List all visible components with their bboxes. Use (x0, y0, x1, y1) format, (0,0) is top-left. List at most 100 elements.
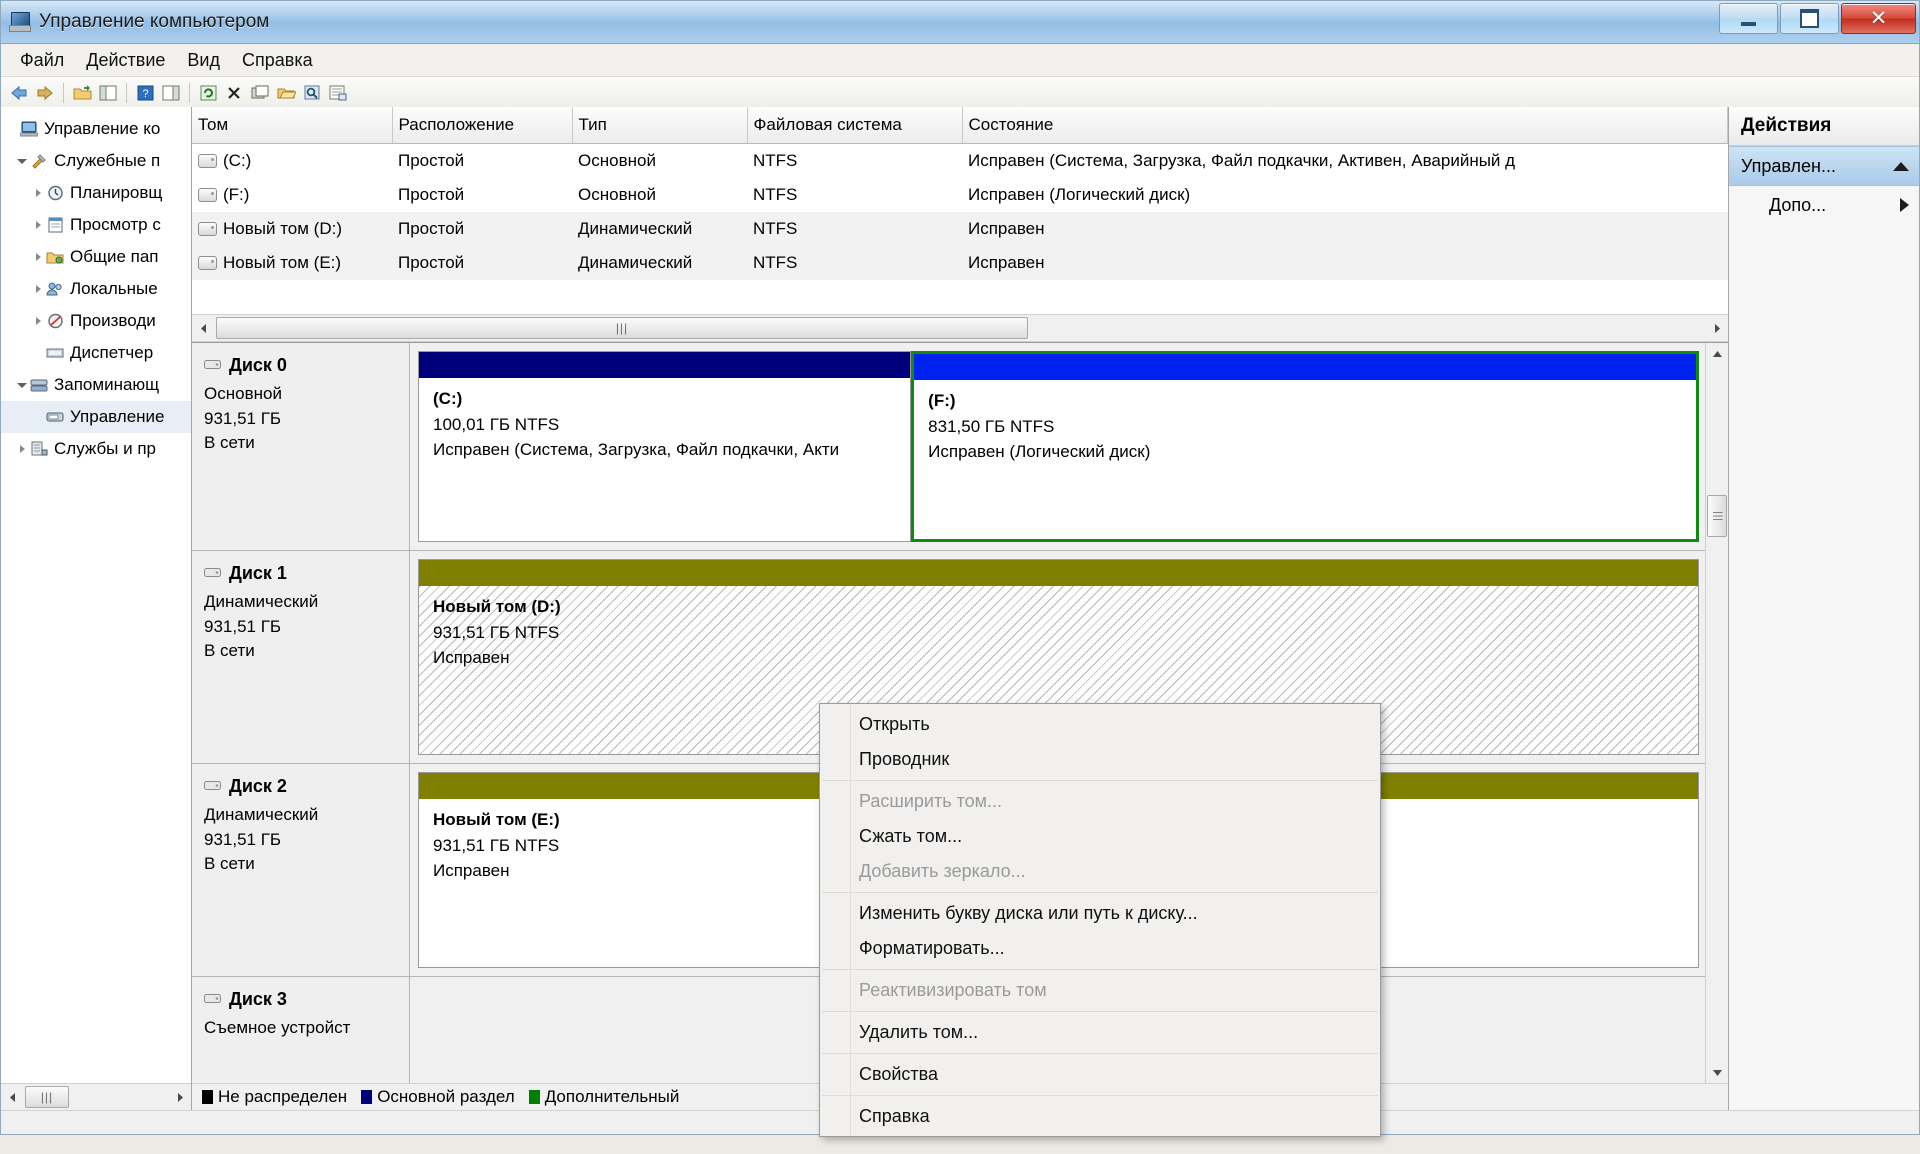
tree-expander[interactable] (31, 189, 45, 197)
disk-kind: Съемное устройст (204, 1016, 399, 1041)
context-menu-item-format[interactable]: Форматировать... (820, 931, 1380, 966)
close-button[interactable]: ✕ (1841, 3, 1916, 34)
volume-cell-layout: Простой (392, 212, 572, 246)
context-menu-item-shrink-volume[interactable]: Сжать том... (820, 819, 1380, 854)
context-menu-item-help[interactable]: Справка (820, 1099, 1380, 1134)
menu-item-action[interactable]: Действие (75, 46, 176, 75)
table-row[interactable]: Новый том (D:) Простой Динамический NTFS… (192, 212, 1728, 246)
disk-info: Диск 3 Съемное устройст (192, 977, 410, 1083)
action-item-disk-management[interactable]: Управлен... (1729, 146, 1919, 186)
context-menu-item-open[interactable]: Открыть (820, 707, 1380, 742)
action-item-more-actions[interactable]: Допо... (1729, 186, 1919, 224)
context-menu-item-delete-volume[interactable]: Удалить том... (820, 1015, 1380, 1050)
partition-label: (C:) (433, 386, 900, 412)
drive-icon (198, 188, 217, 202)
context-menu-separator (822, 1011, 1378, 1012)
partition-body: (F:) 831,50 ГБ NTFS Исправен (Логический… (914, 380, 1696, 539)
back-arrow-icon[interactable] (7, 81, 31, 105)
table-row[interactable]: (F:) Простой Основной NTFS Исправен (Лог… (192, 178, 1728, 212)
tree-expander[interactable] (31, 285, 45, 293)
tree-expander[interactable] (31, 221, 45, 229)
minimize-button[interactable] (1719, 3, 1778, 34)
tree-scroll-thumb[interactable]: ||| (25, 1086, 69, 1108)
tree-item-task-scheduler[interactable]: Планировщ (1, 177, 191, 209)
refresh-icon[interactable] (196, 81, 220, 105)
delete-icon[interactable] (222, 81, 246, 105)
scroll-right-icon[interactable] (1704, 316, 1728, 340)
maximize-icon (1800, 9, 1819, 28)
tree-expander[interactable] (31, 317, 45, 325)
close-icon: ✕ (1870, 8, 1888, 29)
tree-item-device-manager[interactable]: Диспетчер (1, 337, 191, 369)
tree-item-storage[interactable]: Запоминающ (1, 369, 191, 401)
tree-item-event-viewer[interactable]: Просмотр с (1, 209, 191, 241)
scroll-thumb[interactable]: ||| (1707, 495, 1727, 537)
context-menu-item-properties[interactable]: Свойства (820, 1057, 1380, 1092)
open-folder-icon[interactable] (274, 81, 298, 105)
shared-folders-icon (45, 248, 65, 266)
scroll-right-icon[interactable] (167, 1085, 191, 1109)
volume-cell-layout: Простой (392, 178, 572, 212)
tree-expander[interactable] (31, 253, 45, 261)
scroll-down-icon[interactable] (1706, 1061, 1728, 1083)
tree-item-system-tools[interactable]: Служебные п (1, 145, 191, 177)
column-header-volume[interactable]: Том (192, 107, 392, 144)
tree-item-computer-management[interactable]: Управление ко (1, 113, 191, 145)
scroll-track[interactable]: ||| (1706, 365, 1728, 1061)
tree-item-label: Локальные (70, 279, 158, 299)
disk-info: Диск 1 Динамический 931,51 ГБ В сети (192, 551, 410, 763)
scroll-left-icon[interactable] (1, 1085, 25, 1109)
legend-item-extended: Дополнительный (529, 1087, 680, 1107)
forward-arrow-icon[interactable] (33, 81, 57, 105)
search-icon[interactable] (300, 81, 324, 105)
context-menu-item-explore[interactable]: Проводник (820, 742, 1380, 777)
graphical-view-vertical-scrollbar[interactable]: ||| (1705, 343, 1728, 1083)
column-header-type[interactable]: Тип (572, 107, 747, 144)
context-menu-separator (822, 969, 1378, 970)
volume-list-horizontal-scrollbar[interactable]: ||| (192, 314, 1728, 342)
volume-scroll-thumb[interactable]: ||| (216, 317, 1028, 339)
tree-item-disk-management[interactable]: Управление (1, 401, 191, 433)
disk-partitions: (C:) 100,01 ГБ NTFS Исправен (Система, З… (410, 343, 1705, 550)
volume-cell-name: Новый том (E:) (192, 246, 392, 280)
help-icon[interactable]: ? (133, 81, 157, 105)
disk-icon (204, 563, 221, 584)
maximize-button[interactable] (1780, 3, 1839, 34)
new-window-icon[interactable] (248, 81, 272, 105)
title-bar: Управление компьютером ✕ (1, 1, 1919, 44)
partition-c[interactable]: (C:) 100,01 ГБ NTFS Исправен (Система, З… (418, 351, 911, 542)
up-folder-icon[interactable] (70, 81, 94, 105)
context-menu-item-extend-volume: Расширить том... (820, 784, 1380, 819)
column-header-layout[interactable]: Расположение (392, 107, 572, 144)
context-menu-item-change-drive-letter[interactable]: Изменить букву диска или путь к диску... (820, 896, 1380, 931)
scroll-left-icon[interactable] (192, 316, 216, 340)
column-header-status[interactable]: Состояние (962, 107, 1728, 144)
disk-size: 931,51 ГБ (204, 407, 399, 432)
properties-list-icon[interactable] (159, 81, 183, 105)
menu-item-view[interactable]: Вид (176, 46, 231, 75)
disk-kind: Динамический (204, 590, 399, 615)
volume-name: Новый том (D:) (223, 219, 342, 239)
tree-expander[interactable] (15, 445, 29, 453)
partition-f[interactable]: (F:) 831,50 ГБ NTFS Исправен (Логический… (911, 351, 1699, 542)
tree-horizontal-scrollbar[interactable]: ||| (1, 1083, 191, 1110)
disk-row[interactable]: Диск 0 Основной 931,51 ГБ В сети (C:) (192, 343, 1705, 551)
table-row[interactable]: (C:) Простой Основной NTFS Исправен (Сис… (192, 144, 1728, 179)
show-hide-tree-icon[interactable] (96, 81, 120, 105)
tree-item-local-users[interactable]: Локальные (1, 273, 191, 305)
toolbar: ? (1, 77, 1919, 109)
tree-item-performance[interactable]: Производи (1, 305, 191, 337)
scroll-up-icon[interactable] (1706, 343, 1728, 365)
caret-up-icon (1893, 162, 1909, 171)
menu-item-file[interactable]: Файл (9, 46, 75, 75)
tree-item-services-and-applications[interactable]: Службы и пр (1, 433, 191, 465)
computer-icon (19, 120, 39, 138)
tree-expander[interactable] (15, 383, 29, 388)
table-row[interactable]: Новый том (E:) Простой Динамический NTFS… (192, 246, 1728, 280)
column-header-filesystem[interactable]: Файловая система (747, 107, 962, 144)
tree-expander[interactable] (15, 159, 29, 164)
menu-item-help[interactable]: Справка (231, 46, 324, 75)
tree-item-label: Производи (70, 311, 156, 331)
export-list-icon[interactable] (326, 81, 350, 105)
tree-item-shared-folders[interactable]: Общие пап (1, 241, 191, 273)
